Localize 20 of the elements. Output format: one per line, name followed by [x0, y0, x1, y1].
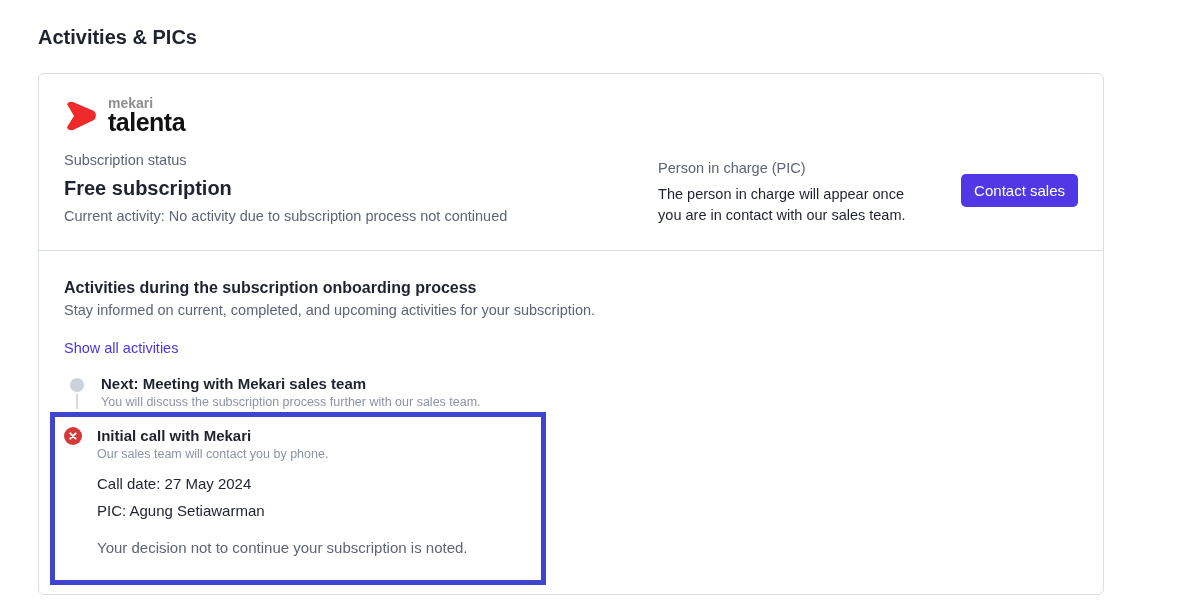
- logo-product: talenta: [108, 110, 186, 135]
- step-title: Next: Meeting with Mekari sales team: [101, 375, 368, 392]
- step-detail: PIC: Agung Setiawarman: [97, 502, 266, 519]
- logo-brand: mekari: [108, 96, 155, 110]
- step-description: You will discuss the subscription process further with our sales team.: [101, 395, 481, 409]
- step-detail: Call date: 27 May 2024: [97, 475, 253, 492]
- pic-label: Person in charge (PIC): [658, 160, 807, 176]
- logo-icon: [64, 100, 98, 131]
- status-value: Free subscription: [64, 177, 233, 200]
- step-note: Your decision not to continue your subscription is noted.: [97, 539, 468, 558]
- show-all-link[interactable]: Show all activities: [64, 340, 179, 356]
- pic-text: The person in charge will appear once you are in contact with our sales team.: [658, 185, 907, 225]
- status-label: Subscription status: [64, 152, 188, 168]
- section-title: Activities during the subscription onboarding process: [64, 279, 478, 297]
- step-title: Initial call with Mekari: [97, 427, 253, 444]
- page-title: Activities & PICs: [38, 26, 198, 49]
- current-activity: Current activity: No activity due to subscription process not continued: [64, 208, 508, 224]
- section-subtitle: Stay informed on current, completed, and upcoming activities for your subscription.: [64, 302, 597, 318]
- contact-sales-button[interactable]: Contact sales: [961, 174, 1078, 207]
- step-description: Our sales team will contact you by phone.: [97, 447, 330, 461]
